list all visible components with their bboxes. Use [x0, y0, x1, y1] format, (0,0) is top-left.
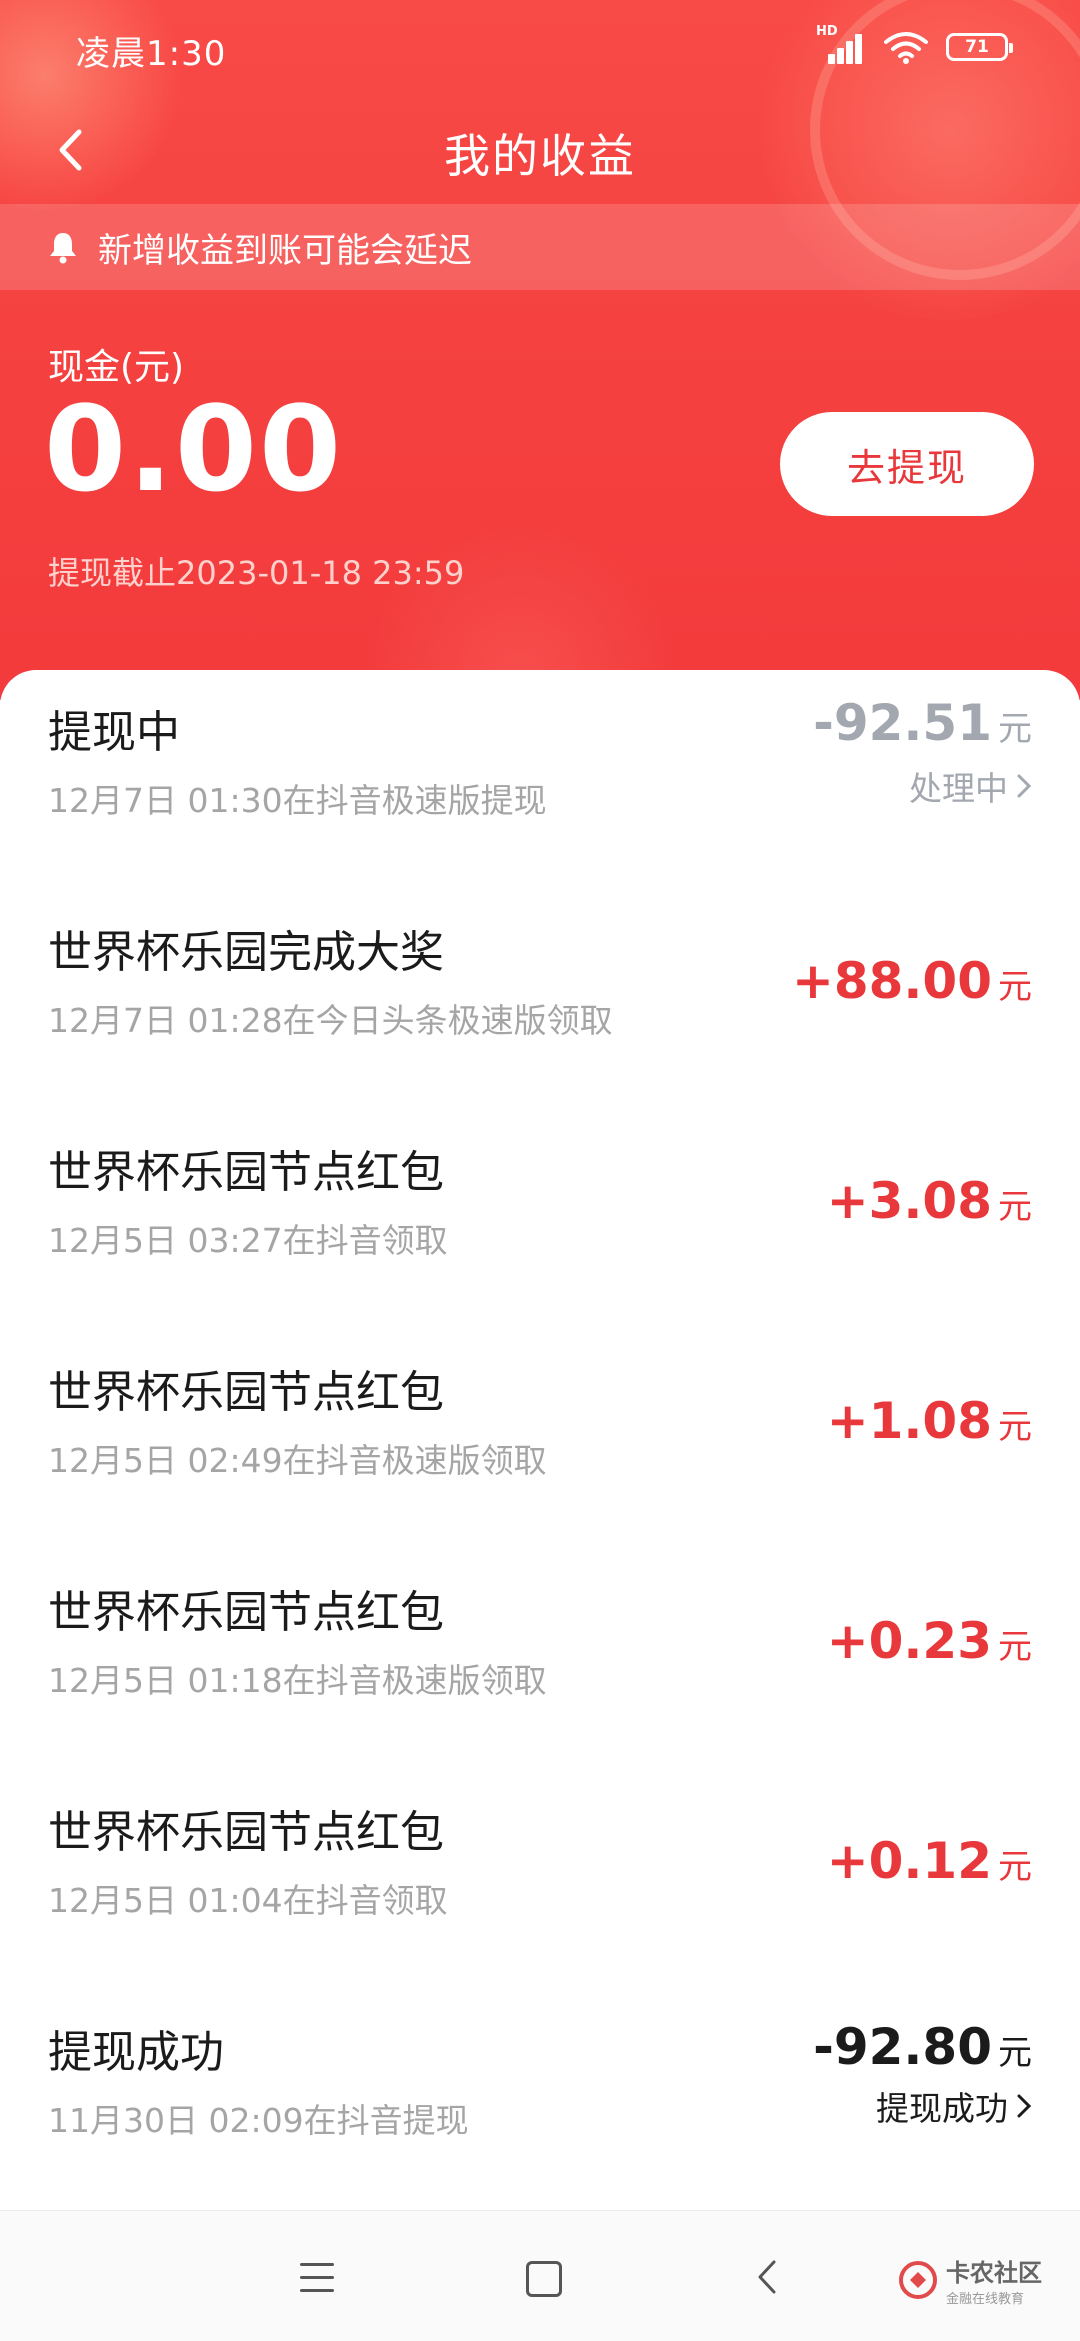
record-subtitle: 12月5日 02:49在抖音极速版领取	[48, 1441, 547, 1480]
record-status: 处理中	[909, 769, 1008, 808]
chevron-right-icon	[1017, 2094, 1032, 2118]
record-amount: +0.12 元	[826, 1832, 1032, 1890]
battery-icon: 71	[946, 33, 1013, 61]
record-title: 世界杯乐园节点红包	[48, 1147, 444, 1198]
record-title: 世界杯乐园完成大奖	[48, 927, 444, 978]
list-item[interactable]: 世界杯乐园节点红包 12月5日 02:49在抖音极速版领取 +1.08 元	[0, 1330, 1080, 1550]
record-amount: +0.23 元	[826, 1612, 1032, 1670]
record-amount: +3.08 元	[826, 1172, 1032, 1230]
record-amount: -92.80 元	[813, 2018, 1032, 2076]
wifi-icon	[884, 32, 928, 64]
record-subtitle: 11月30日 02:09在抖音提现	[48, 2101, 469, 2140]
cash-amount: 0.00	[44, 380, 344, 518]
record-status: 提现成功	[876, 2089, 1008, 2128]
record-subtitle: 12月5日 01:18在抖音极速版领取	[48, 1661, 547, 1700]
status-bar: 凌晨1:30 HD 71	[0, 0, 1080, 100]
delay-notice: 新增收益到账可能会延迟	[0, 204, 1080, 290]
network-label: HD	[816, 24, 838, 39]
page-title: 我的收益	[444, 129, 636, 183]
watermark-subtitle: 金融在线教育	[946, 2292, 1025, 2307]
list-item[interactable]: 世界杯乐园节点红包 12月5日 01:18在抖音极速版领取 +0.23 元	[0, 1550, 1080, 1770]
nav-back-icon[interactable]	[756, 2259, 778, 2295]
status-icons: HD 71	[816, 24, 1013, 64]
notice-text: 新增收益到账可能会延迟	[98, 230, 472, 271]
record-subtitle: 12月5日 03:27在抖音领取	[48, 1221, 448, 1260]
list-item[interactable]: 世界杯乐园节点红包 12月5日 03:27在抖音领取 +3.08 元	[0, 1110, 1080, 1330]
record-status-link[interactable]: 提现成功	[876, 2082, 1032, 2130]
earnings-list: 提现中 12月7日 01:30在抖音极速版提现 -92.51 元 处理中 世界杯乐…	[0, 670, 1080, 2210]
record-amount: -92.51 元	[813, 694, 1032, 752]
watermark-logo-icon	[899, 2261, 937, 2299]
signal-icon: HD	[816, 24, 866, 64]
withdraw-deadline: 提现截止2023-01-18 23:59	[48, 554, 465, 592]
watermark-title: 卡农社区	[946, 2259, 1042, 2287]
record-subtitle: 12月7日 01:28在今日头条极速版领取	[48, 1001, 613, 1040]
watermark: 卡农社区 金融在线教育	[898, 2253, 1042, 2307]
record-title: 提现中	[48, 707, 180, 758]
record-title: 世界杯乐园节点红包	[48, 1367, 444, 1418]
chevron-right-icon	[1017, 774, 1032, 798]
list-item[interactable]: 提现成功 11月30日 02:09在抖音提现 -92.80 元 提现成功	[0, 1990, 1080, 2210]
system-nav-bar: 卡农社区 金融在线教育	[0, 2210, 1080, 2341]
record-status-link[interactable]: 处理中	[909, 762, 1032, 810]
battery-level: 71	[965, 37, 989, 57]
record-title: 提现成功	[48, 2027, 224, 2078]
record-amount: +88.00 元	[791, 952, 1032, 1010]
record-amount: +1.08 元	[826, 1392, 1032, 1450]
header-banner: 凌晨1:30 HD 71 我的收益 新增收益到账可能会延迟 现金(元) 0.00…	[0, 0, 1080, 700]
record-title: 世界杯乐园节点红包	[48, 1807, 444, 1858]
nav-header: 我的收益	[0, 100, 1080, 200]
record-title: 世界杯乐园节点红包	[48, 1587, 444, 1638]
withdraw-button[interactable]: 去提现	[780, 412, 1034, 516]
list-item[interactable]: 提现中 12月7日 01:30在抖音极速版提现 -92.51 元 处理中	[0, 670, 1080, 890]
bell-icon	[50, 233, 76, 264]
list-item[interactable]: 世界杯乐园完成大奖 12月7日 01:28在今日头条极速版领取 +88.00 元	[0, 890, 1080, 1110]
record-subtitle: 12月5日 01:04在抖音领取	[48, 1881, 448, 1920]
status-time: 凌晨1:30	[76, 34, 227, 74]
menu-icon[interactable]	[300, 2263, 334, 2293]
record-subtitle: 12月7日 01:30在抖音极速版提现	[48, 781, 547, 820]
home-icon[interactable]	[526, 2261, 562, 2297]
list-item[interactable]: 世界杯乐园节点红包 12月5日 01:04在抖音领取 +0.12 元	[0, 1770, 1080, 1990]
